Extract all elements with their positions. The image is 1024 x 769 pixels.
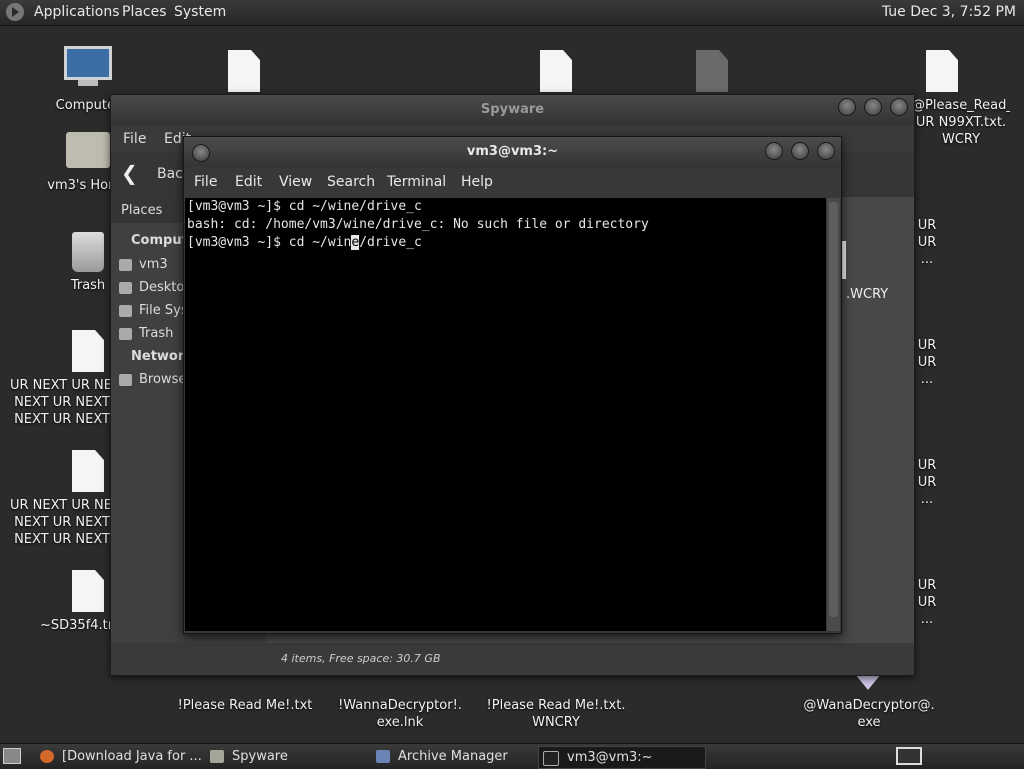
desktop-label: UR NEXT UR NEXTNEXT UR NEXTNEXT UR NEXT [10, 498, 110, 547]
menu-file[interactable]: File [194, 174, 217, 190]
file-icon [72, 570, 104, 612]
maximize-icon[interactable] [864, 98, 882, 116]
trash-icon [72, 232, 104, 272]
computer-icon [64, 46, 112, 80]
sidebar-item-trash[interactable]: Trash [119, 326, 173, 341]
terminal-icon [543, 751, 559, 766]
top-panel: Applications Places System Tue Dec 3, 7:… [0, 0, 1024, 26]
distro-logo-icon[interactable] [6, 3, 24, 21]
file-label[interactable]: .WCRY [846, 287, 888, 302]
desktop-label[interactable]: !Please Read Me!.txt [172, 697, 318, 714]
network-icon [119, 374, 132, 386]
terminal-line: bash: cd: /home/vm3/wine/drive_c: No suc… [187, 217, 649, 232]
file-icon [926, 50, 958, 92]
trash-icon [119, 328, 132, 340]
sidebar-item-home[interactable]: vm3 [119, 257, 168, 272]
folder-icon [210, 750, 224, 763]
desktop-label[interactable]: UR UR... [912, 337, 942, 388]
status-bar: 4 items, Free space: 30.7 GB [111, 643, 914, 675]
minimize-icon[interactable] [838, 98, 856, 116]
file-icon[interactable] [696, 50, 728, 92]
computer-stand-icon [78, 80, 98, 86]
scrollbar-thumb[interactable] [829, 202, 838, 617]
firefox-icon [40, 750, 54, 763]
terminal-output[interactable]: [vm3@vm3 ~]$ cd ~/wine/drive_c bash: cd:… [185, 198, 826, 631]
archive-icon [376, 750, 390, 763]
desktop-label[interactable]: UR UR... [912, 217, 942, 268]
window-menu-icon[interactable] [192, 144, 210, 162]
desktop-label[interactable]: !Please Read Me!.txt. WNCRY [486, 697, 626, 731]
scrollbar[interactable] [827, 198, 840, 631]
desktop-label[interactable]: @WanaDecryptor@. exe [800, 697, 938, 731]
close-icon[interactable] [890, 98, 908, 116]
desktop-label: @Please_Read_Me@.txtUR N99XT.txt.WCRY [912, 98, 1010, 147]
terminal-window[interactable]: vm3@vm3:~ File Edit View Search Terminal… [183, 136, 842, 634]
menu-applications[interactable]: Applications [34, 4, 120, 20]
file-icon [72, 330, 104, 372]
desktop-label[interactable]: UR UR... [912, 457, 942, 508]
menu-places[interactable]: Places [122, 4, 167, 20]
clock[interactable]: Tue Dec 3, 7:52 PM [882, 4, 1016, 20]
menu-view[interactable]: View [279, 174, 312, 190]
home-icon [119, 259, 132, 271]
file-icon[interactable] [228, 50, 260, 92]
close-icon[interactable] [817, 142, 835, 160]
menu-file[interactable]: File [123, 131, 146, 147]
terminal-prompt-line: [vm3@vm3 ~]$ cd ~/wine/drive_c [187, 235, 422, 250]
desktop-label[interactable]: !WannaDecryptor!. exe.lnk [334, 697, 466, 731]
back-button[interactable]: ❮ Back [121, 161, 191, 187]
show-desktop-icon[interactable] [3, 748, 21, 764]
drive-icon [119, 305, 132, 317]
desktop-label: UR NEXT UR NEXTNEXT UR NEXTNEXT UR NEXT [10, 378, 110, 427]
wanadecryptor-icon[interactable] [855, 674, 881, 690]
menu-system[interactable]: System [174, 4, 226, 20]
desktop-icon [119, 282, 132, 294]
file-icon[interactable] [540, 50, 572, 92]
window-title[interactable]: Spyware [111, 95, 914, 125]
task-terminal[interactable]: vm3@vm3:~ [538, 746, 706, 769]
menubar: File Edit View Search Terminal Help [184, 169, 841, 197]
workspace-switcher-icon[interactable] [896, 747, 922, 765]
menu-terminal[interactable]: Terminal [387, 174, 446, 190]
bottom-panel: [Download Java for ... Spyware Archive M… [0, 743, 1024, 769]
menu-help[interactable]: Help [461, 174, 493, 190]
task-spyware[interactable]: Spyware [206, 746, 366, 767]
home-folder-icon [66, 132, 110, 168]
task-archive-manager[interactable]: Archive Manager [372, 746, 534, 767]
window-title[interactable]: vm3@vm3:~ [184, 137, 841, 167]
menu-search[interactable]: Search [327, 174, 375, 190]
desktop-label[interactable]: UR UR... [912, 577, 942, 628]
status-text: 4 items, Free space: 30.7 GB [281, 652, 441, 665]
file-icon [72, 450, 104, 492]
menu-edit[interactable]: Edit [235, 174, 262, 190]
task-firefox[interactable]: [Download Java for ... [36, 746, 202, 767]
back-arrow-icon: ❮ [121, 161, 138, 185]
terminal-line: [vm3@vm3 ~]$ cd ~/wine/drive_c [187, 199, 422, 214]
maximize-icon[interactable] [791, 142, 809, 160]
minimize-icon[interactable] [765, 142, 783, 160]
